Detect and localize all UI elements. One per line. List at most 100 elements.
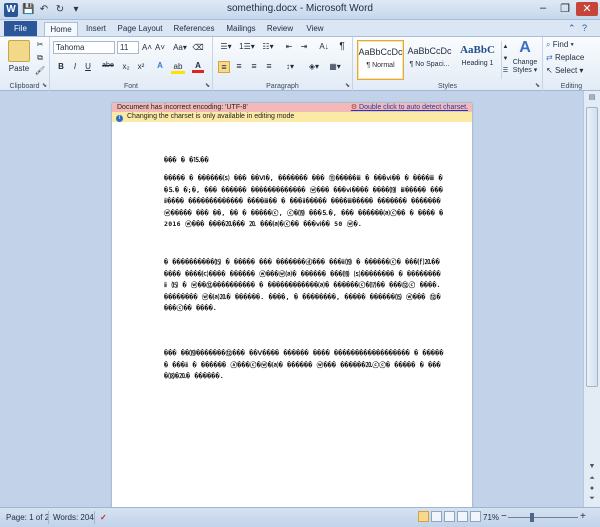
- clipboard-group: Paste ✂ ⧉ 🖌 Clipboard ⬊: [0, 37, 50, 91]
- zoom-out-button[interactable]: −: [501, 511, 507, 522]
- replace-icon: ⇄: [546, 53, 555, 62]
- font-color-icon[interactable]: A: [192, 61, 204, 73]
- editing-group: ⌕ Find ▾ ⇄ Replace ↖ Select ▾ Editing: [543, 37, 600, 91]
- style-preview: AaBbCcDc: [358, 47, 403, 57]
- document-area: Document has incorrect encoding: 'UTF-8'…: [0, 91, 583, 507]
- clipboard-launcher-icon[interactable]: ⬊: [42, 82, 47, 89]
- change-styles-icon[interactable]: A: [512, 39, 538, 57]
- tab-insert[interactable]: Insert: [80, 22, 112, 36]
- zoom-slider[interactable]: [508, 517, 578, 518]
- zoom-level[interactable]: 71%: [483, 513, 499, 522]
- grow-font-icon[interactable]: A˄: [141, 43, 153, 52]
- scroll-thumb[interactable]: [586, 107, 598, 387]
- replace-button[interactable]: ⇄ Replace: [546, 53, 596, 62]
- font-size-combo[interactable]: 11: [117, 41, 139, 54]
- tab-review[interactable]: Review: [263, 22, 297, 36]
- next-page-icon[interactable]: ⏷: [584, 495, 600, 503]
- print-layout-button[interactable]: [418, 511, 429, 522]
- draft-button[interactable]: [470, 511, 481, 522]
- align-left-button[interactable]: ≡: [218, 61, 230, 73]
- paste-icon[interactable]: [8, 40, 30, 62]
- bullets-icon[interactable]: ☰▾: [218, 42, 234, 51]
- close-button[interactable]: ✕: [576, 2, 598, 16]
- style-heading-1[interactable]: AaBbC Heading 1: [454, 40, 501, 80]
- paragraph-launcher-icon[interactable]: ⬊: [345, 82, 350, 89]
- auto-detect-charset-link[interactable]: ⚙ Double click to auto detect charset.: [351, 103, 468, 112]
- doc-paragraph[interactable]: � ����������⒂ � ����� ��� �������ⓓ��� ��…: [164, 257, 444, 315]
- full-screen-reading-button[interactable]: [431, 511, 442, 522]
- cut-icon[interactable]: ✂: [34, 40, 46, 49]
- line-spacing-icon[interactable]: ↕▾: [282, 62, 298, 71]
- doc-paragraph[interactable]: ��� � �⒖��: [164, 155, 444, 167]
- divider: [48, 511, 49, 524]
- format-painter-icon[interactable]: 🖌: [34, 66, 46, 75]
- italic-button[interactable]: I: [70, 62, 80, 71]
- subscript-button[interactable]: x₂: [120, 62, 132, 71]
- copy-icon[interactable]: ⧉: [34, 53, 46, 63]
- tab-view[interactable]: View: [300, 22, 330, 36]
- show-marks-icon[interactable]: ¶: [337, 41, 347, 52]
- highlight-icon[interactable]: ab: [171, 62, 185, 74]
- numbering-icon[interactable]: 1☰▾: [237, 42, 257, 51]
- clear-formatting-icon[interactable]: ⌫: [192, 43, 204, 52]
- font-launcher-icon[interactable]: ⬊: [205, 82, 210, 89]
- browse-object-icon[interactable]: ●: [584, 485, 600, 492]
- styles-gallery-scroll[interactable]: ▲ ▼ ☰: [501, 41, 509, 79]
- title-bar: W 💾 ↶ ↻ ▾ something.docx - Microsoft Wor…: [0, 0, 600, 20]
- borders-icon[interactable]: ▦▾: [327, 62, 343, 71]
- page-count[interactable]: Page: 1 of 2: [6, 513, 49, 522]
- paste-button[interactable]: Paste: [4, 64, 34, 73]
- underline-button[interactable]: U: [83, 62, 93, 71]
- change-case-icon[interactable]: Aa▾: [171, 43, 189, 52]
- text-effects-icon[interactable]: A: [154, 61, 166, 70]
- auto-detect-charset-label: Double click to auto detect charset.: [359, 104, 468, 111]
- superscript-button[interactable]: x²: [135, 62, 147, 71]
- minimize-button[interactable]: ‒: [532, 2, 554, 14]
- select-button[interactable]: ↖ Select ▾: [546, 66, 596, 75]
- styles-launcher-icon[interactable]: ⬊: [535, 82, 540, 89]
- minimize-ribbon-icon[interactable]: ⌃: [568, 23, 576, 34]
- tab-references[interactable]: References: [170, 22, 218, 36]
- ruler-toggle-icon[interactable]: ▤: [584, 93, 600, 101]
- align-right-button[interactable]: ≡: [248, 61, 260, 71]
- change-styles-button[interactable]: Change Styles ▾: [509, 59, 541, 75]
- multilevel-list-icon[interactable]: ☷▾: [260, 42, 276, 51]
- tab-home[interactable]: Home: [44, 22, 78, 36]
- word-count[interactable]: Words: 204: [53, 513, 94, 522]
- ribbon-home: Paste ✂ ⧉ 🖌 Clipboard ⬊ Tahoma 11 A˄ A˅ …: [0, 36, 600, 91]
- style-normal[interactable]: AaBbCcDc ¶ Normal: [357, 40, 404, 80]
- find-button[interactable]: ⌕ Find ▾: [546, 40, 596, 50]
- vertical-scrollbar[interactable]: ▤ ▼ ⏶ ● ⏷: [583, 91, 600, 507]
- proofing-icon[interactable]: ✓: [100, 513, 107, 522]
- style-no-spacing[interactable]: AaBbCcDc ¶ No Spaci...: [406, 40, 453, 80]
- doc-paragraph[interactable]: ��� ��⒆�������⑫��� ��Ⅴ���� ������ ���� �…: [164, 348, 444, 383]
- zoom-in-button[interactable]: +: [580, 511, 586, 522]
- justify-button[interactable]: ≡: [263, 61, 275, 71]
- scroll-down-icon[interactable]: ▼: [584, 463, 600, 470]
- previous-page-icon[interactable]: ⏶: [584, 475, 600, 483]
- sort-icon[interactable]: A↓: [317, 42, 331, 51]
- strikethrough-button[interactable]: abe: [100, 62, 116, 69]
- encoding-warning-text: Document has incorrect encoding: 'UTF-8': [117, 104, 248, 111]
- shrink-font-icon[interactable]: A˅: [154, 43, 166, 52]
- decrease-indent-icon[interactable]: ⇤: [283, 42, 295, 51]
- restore-button[interactable]: ❐: [554, 2, 576, 15]
- web-layout-button[interactable]: [444, 511, 455, 522]
- tab-page-layout[interactable]: Page Layout: [114, 22, 166, 36]
- help-icon[interactable]: ?: [582, 23, 587, 33]
- center-button[interactable]: ≡: [233, 61, 245, 71]
- select-label: Select ▾: [554, 66, 584, 75]
- tab-mailings[interactable]: Mailings: [222, 22, 260, 36]
- tab-file[interactable]: File: [4, 21, 37, 36]
- outline-button[interactable]: [457, 511, 468, 522]
- shield-icon: i: [116, 115, 123, 122]
- increase-indent-icon[interactable]: ⇥: [298, 42, 310, 51]
- ribbon-tabs: File Home Insert Page Layout References …: [0, 20, 600, 36]
- doc-paragraph[interactable]: ����� � ������⒮ ��� ��Ⅵ�, ������� ��� ⑪�…: [164, 173, 444, 231]
- gear-icon: ⚙: [350, 104, 360, 111]
- zoom-slider-thumb[interactable]: [530, 513, 534, 522]
- bold-button[interactable]: B: [56, 62, 66, 71]
- shading-icon[interactable]: ◈▾: [306, 62, 322, 71]
- font-family-combo[interactable]: Tahoma: [53, 41, 115, 54]
- editing-mode-bar: i Changing the charset is only available …: [112, 112, 472, 122]
